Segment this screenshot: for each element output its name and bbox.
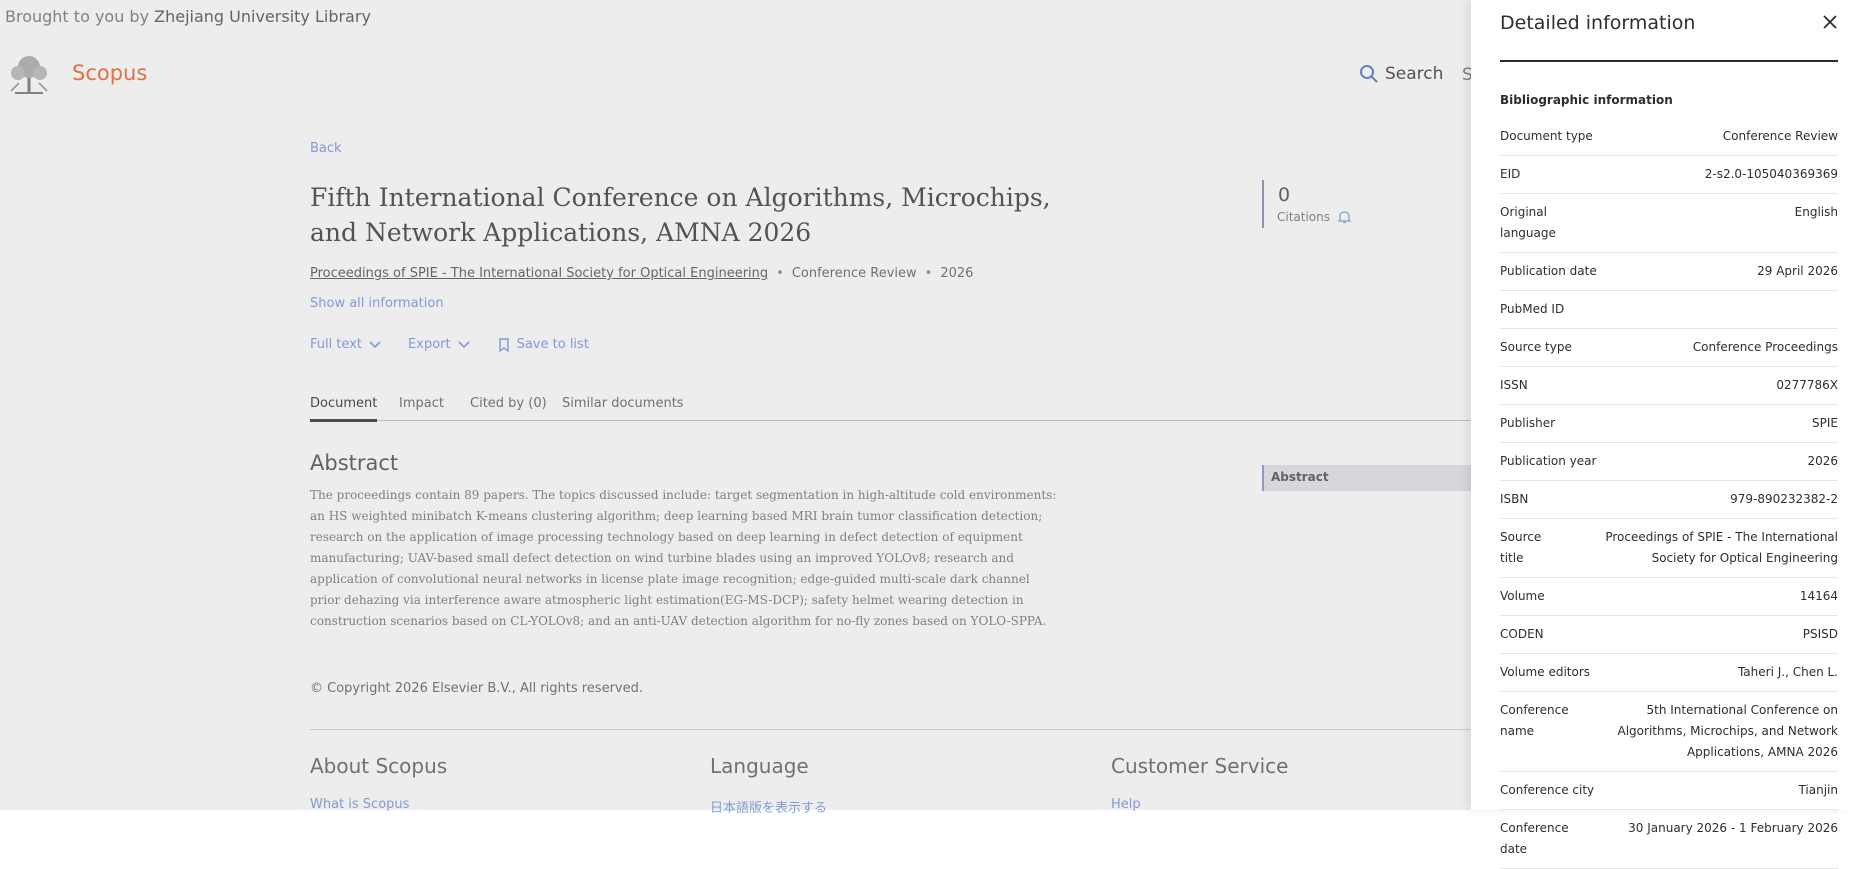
info-value: Taheri J., Chen L. [1737, 665, 1838, 679]
info-row: Conference date 30 January 2026 - 1 Febru… [1500, 810, 1838, 869]
info-row: Document type Conference Review [1500, 118, 1838, 156]
info-key: Volume editors [1500, 665, 1591, 679]
info-key: Publication date [1500, 264, 1597, 278]
info-row: Publication year 2026 [1500, 443, 1838, 481]
info-row: Publisher SPIE [1500, 405, 1838, 443]
info-value: 2026 [1807, 454, 1838, 468]
info-value: SPIE [1812, 416, 1838, 430]
info-key: EID [1500, 167, 1521, 181]
info-key: Conference date [1500, 821, 1569, 856]
info-value: 29 April 2026 [1757, 264, 1838, 278]
info-value: 2-s2.0-105040369369 [1704, 167, 1838, 181]
info-key: Original language [1500, 205, 1556, 240]
info-value: 5th International Conference on Algorith… [1617, 703, 1838, 759]
info-key: PubMed ID [1500, 302, 1565, 316]
info-row: Volume editors Taheri J., Chen L. [1500, 654, 1838, 692]
info-row: Volume 14164 [1500, 578, 1838, 616]
info-value: PSISD [1802, 627, 1838, 641]
panel-title: Detailed information [1500, 12, 1696, 34]
info-key: Document type [1500, 129, 1593, 143]
info-row: ISBN 979-890232382-2 [1500, 481, 1838, 519]
info-row: ISSN 0277786X [1500, 367, 1838, 405]
info-row: CODEN PSISD [1500, 616, 1838, 654]
info-key: Publisher [1500, 416, 1556, 430]
info-value: 979-890232382-2 [1730, 492, 1838, 506]
info-row: EID 2-s2.0-105040369369 [1500, 156, 1838, 194]
info-key: Volume [1500, 589, 1545, 603]
info-key: Conference name [1500, 703, 1569, 738]
info-key: ISBN [1500, 492, 1529, 506]
panel-title-rule [1500, 60, 1838, 62]
info-value: 14164 [1799, 589, 1838, 603]
info-row: Original language English [1500, 194, 1838, 253]
info-value: 30 January 2026 - 1 February 2026 [1628, 821, 1838, 835]
info-key: CODEN [1500, 627, 1544, 641]
info-key: Source type [1500, 340, 1572, 354]
info-key: Publication year [1500, 454, 1597, 468]
info-value: Tianjin [1798, 783, 1838, 797]
info-key: Source title [1500, 530, 1542, 565]
detailed-information-panel: Detailed information Bibliographic infor… [1471, 0, 1851, 869]
info-value: 0277786X [1776, 378, 1838, 392]
info-row: Conference name 5th International Confere… [1500, 692, 1838, 772]
info-key: ISSN [1500, 378, 1528, 392]
info-row: Publication date 29 April 2026 [1500, 253, 1838, 291]
info-key: Conference city [1500, 783, 1595, 797]
info-value: Conference Proceedings [1692, 340, 1838, 354]
info-value: English [1794, 205, 1838, 219]
info-row: Source type Conference Proceedings [1500, 329, 1838, 367]
bibliographic-rows: Document type Conference Review EID 2-s2.0… [1500, 118, 1838, 869]
panel-subtitle: Bibliographic information [1500, 93, 1673, 107]
info-row: Source title Proceedings of SPIE - The In… [1500, 519, 1838, 578]
info-value: Conference Review [1722, 129, 1838, 143]
close-icon[interactable] [1822, 14, 1838, 30]
info-row: PubMed ID [1500, 291, 1838, 329]
info-row: Conference city Tianjin [1500, 772, 1838, 810]
info-value: Proceedings of SPIE - The International … [1605, 530, 1838, 565]
